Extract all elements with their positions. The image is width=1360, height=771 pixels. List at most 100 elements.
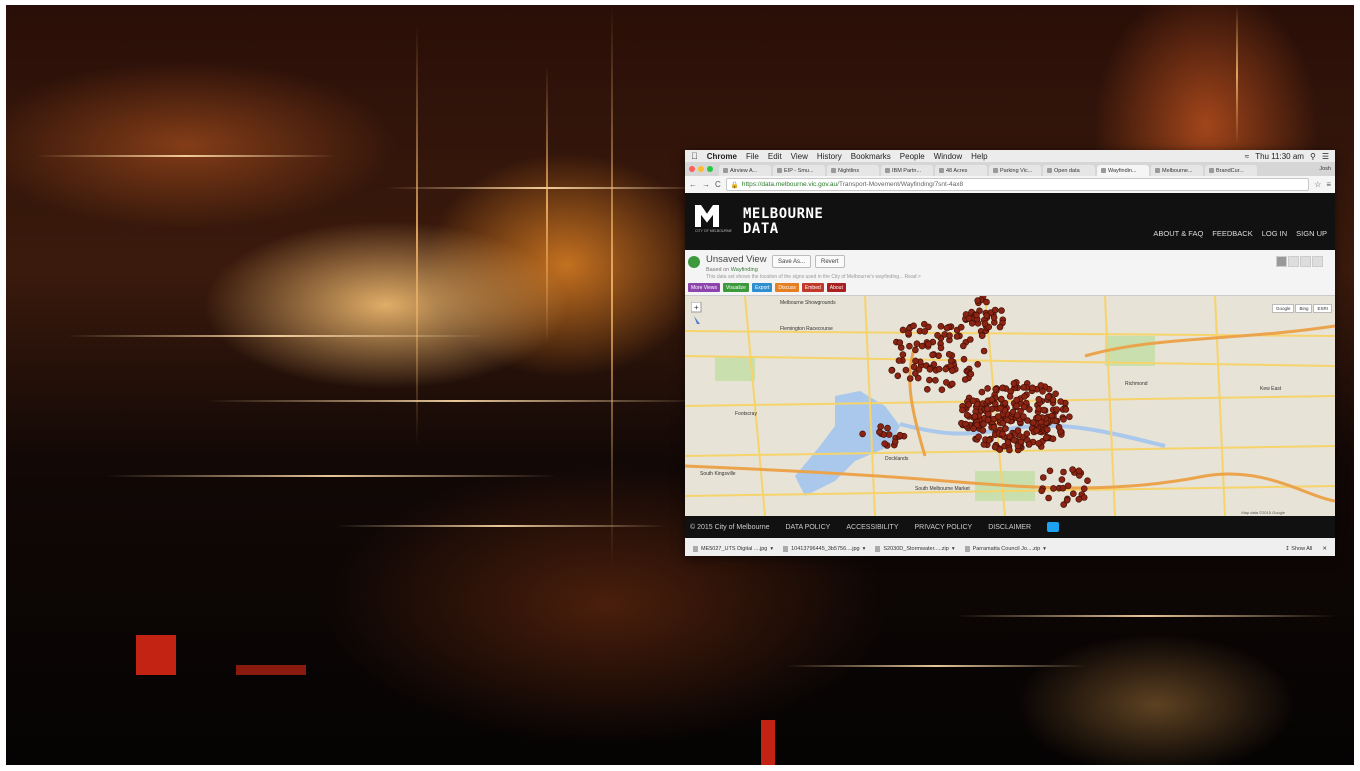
based-on-link[interactable]: Wayfinding: [731, 267, 758, 273]
profile-name[interactable]: Josh: [1319, 166, 1331, 172]
map-marker[interactable]: [1044, 393, 1052, 401]
map-marker[interactable]: [891, 438, 899, 446]
map-marker[interactable]: [973, 311, 980, 319]
map-marker[interactable]: [965, 401, 973, 408]
browser-tab-active[interactable]: Wayfindin...: [1097, 165, 1149, 176]
map-marker[interactable]: [957, 323, 965, 331]
nav-sign-up[interactable]: SIGN UP: [1296, 229, 1327, 238]
map-marker[interactable]: [1075, 467, 1083, 475]
map-marker[interactable]: [1029, 419, 1037, 426]
map-marker[interactable]: [974, 361, 982, 368]
map-marker[interactable]: [997, 404, 1004, 412]
nav-about-faq[interactable]: ABOUT & FAQ: [1153, 229, 1203, 238]
map-marker[interactable]: [967, 370, 975, 378]
chart-view-icon[interactable]: [1300, 256, 1311, 267]
footer-data-policy[interactable]: DATA POLICY: [785, 524, 830, 531]
map-marker[interactable]: [962, 420, 969, 428]
spotlight-icon[interactable]: ⚲: [1310, 152, 1316, 161]
footer-privacy-policy[interactable]: PRIVACY POLICY: [915, 524, 973, 531]
map-marker[interactable]: [1080, 494, 1088, 501]
map-marker[interactable]: [929, 351, 936, 359]
close-window-button[interactable]: [689, 166, 695, 172]
map-marker[interactable]: [1042, 434, 1050, 441]
menu-help[interactable]: Help: [971, 152, 987, 161]
map-marker[interactable]: [960, 355, 968, 363]
map-marker[interactable]: [978, 332, 986, 340]
map-marker[interactable]: [963, 411, 971, 419]
map-marker[interactable]: [1020, 403, 1028, 411]
list-icon[interactable]: ☰: [1322, 152, 1329, 161]
map-marker[interactable]: [932, 377, 939, 384]
map-marker[interactable]: [926, 376, 933, 384]
map-marker[interactable]: [1039, 388, 1046, 395]
map-marker[interactable]: [942, 365, 950, 373]
map-marker[interactable]: [974, 297, 982, 304]
map-marker[interactable]: [998, 307, 1005, 314]
map-marker[interactable]: [1029, 384, 1036, 392]
map-marker[interactable]: [992, 385, 1000, 393]
site-brand[interactable]: MELBOURNE DATA: [743, 207, 823, 237]
map-marker[interactable]: [1013, 396, 1020, 404]
nav-log-in[interactable]: LOG IN: [1262, 229, 1287, 238]
map-marker[interactable]: [1010, 380, 1018, 387]
map-marker[interactable]: [937, 344, 945, 352]
map-marker[interactable]: [980, 347, 988, 355]
map-marker[interactable]: [971, 413, 979, 420]
map-marker[interactable]: [884, 424, 891, 432]
map-marker[interactable]: [991, 306, 999, 314]
map-marker[interactable]: [1006, 393, 1014, 400]
map-marker[interactable]: [966, 336, 974, 343]
map-marker[interactable]: [1052, 417, 1059, 425]
map-marker[interactable]: [1045, 494, 1052, 502]
map-marker[interactable]: [999, 419, 1007, 427]
map-marker[interactable]: [1020, 413, 1027, 420]
download-item[interactable]: ME5027_UTS Digital ....jpg ▾: [693, 546, 773, 552]
revert-button[interactable]: Revert: [815, 255, 845, 268]
map-marker[interactable]: [912, 346, 919, 354]
map-marker[interactable]: [912, 357, 919, 365]
map-marker[interactable]: [1020, 384, 1027, 391]
map-marker[interactable]: [978, 388, 986, 396]
map-marker[interactable]: [934, 331, 941, 339]
browser-tab[interactable]: BrandCur...: [1205, 165, 1257, 176]
map-marker[interactable]: [910, 363, 918, 371]
nav-feedback[interactable]: FEEDBACK: [1212, 229, 1252, 238]
map-marker[interactable]: [948, 380, 956, 388]
map-marker[interactable]: [921, 328, 928, 335]
map-marker[interactable]: [894, 372, 902, 380]
map-marker[interactable]: [1057, 398, 1065, 405]
browser-tab[interactable]: 48 Acres: [935, 165, 987, 176]
map-marker[interactable]: [1025, 441, 1033, 448]
map-marker[interactable]: [888, 367, 895, 374]
more-views-button[interactable]: More Views: [688, 283, 721, 292]
map-marker[interactable]: [899, 351, 907, 358]
map-marker[interactable]: [1069, 490, 1077, 497]
map-marker[interactable]: [979, 427, 987, 434]
map-marker[interactable]: [942, 379, 950, 386]
map-marker[interactable]: [896, 339, 904, 346]
map-marker[interactable]: [959, 406, 966, 414]
reload-icon[interactable]: C: [715, 180, 721, 189]
calendar-view-icon[interactable]: [1312, 256, 1323, 267]
close-downloads-icon[interactable]: ✕: [1322, 546, 1327, 552]
map-marker[interactable]: [1035, 414, 1042, 421]
map-marker[interactable]: [881, 440, 888, 447]
map-marker[interactable]: [945, 350, 953, 358]
show-all-downloads-button[interactable]: ↧ Show All: [1285, 546, 1312, 552]
apple-icon[interactable]: : [691, 151, 698, 161]
map-marker[interactable]: [935, 365, 943, 373]
map-marker[interactable]: [983, 298, 990, 306]
map-marker[interactable]: [1046, 467, 1054, 475]
map-marker[interactable]: [1035, 440, 1042, 447]
map-marker[interactable]: [1050, 485, 1057, 492]
bookmark-star-icon[interactable]: ☆: [1314, 180, 1321, 189]
zoom-window-button[interactable]: [707, 166, 713, 172]
map-type-bing[interactable]: Bing: [1295, 304, 1313, 313]
map-marker[interactable]: [1066, 413, 1073, 421]
map-marker[interactable]: [984, 385, 991, 392]
map-marker[interactable]: [885, 431, 893, 438]
map-marker[interactable]: [1021, 393, 1028, 400]
forward-icon[interactable]: →: [702, 180, 710, 189]
map-marker[interactable]: [1017, 438, 1025, 446]
map-marker[interactable]: [1052, 390, 1059, 398]
